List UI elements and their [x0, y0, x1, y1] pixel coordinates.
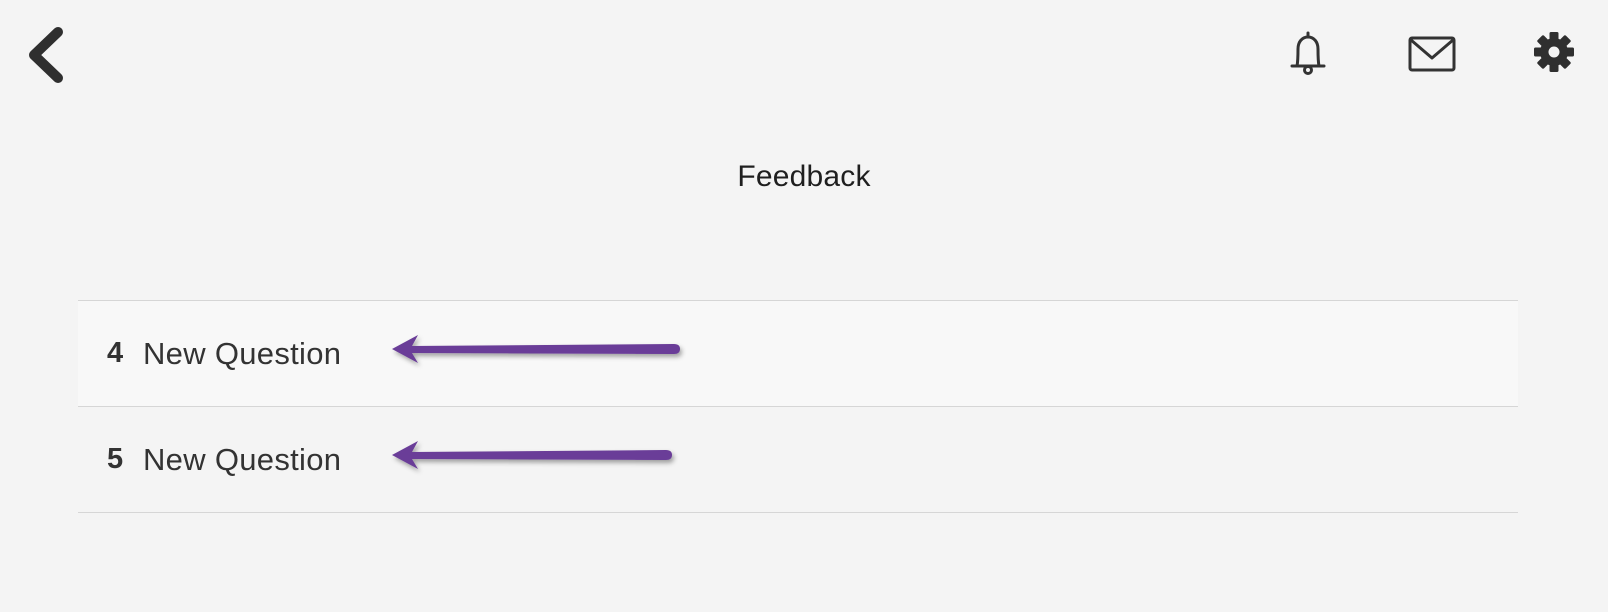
messages-button[interactable] [1406, 32, 1458, 76]
question-label: New Question [143, 335, 342, 371]
page-title: Feedback [737, 160, 871, 193]
notifications-button[interactable] [1284, 28, 1332, 78]
question-row[interactable]: 4 New Question [78, 301, 1518, 407]
question-row[interactable]: 5 New Question [78, 407, 1518, 513]
settings-button[interactable] [1532, 30, 1576, 74]
question-label: New Question [143, 441, 342, 477]
question-number: 4 [107, 337, 124, 369]
chevron-left-icon [29, 27, 63, 83]
annotation-arrow-icon [392, 335, 680, 363]
question-number: 5 [107, 443, 124, 475]
back-button[interactable] [22, 26, 68, 84]
gear-icon [1534, 32, 1574, 72]
annotation-arrow-icon [392, 441, 672, 469]
question-list: 4 New Question 5 New Question [78, 300, 1518, 513]
mail-icon [1408, 36, 1456, 72]
bell-icon [1290, 31, 1326, 75]
